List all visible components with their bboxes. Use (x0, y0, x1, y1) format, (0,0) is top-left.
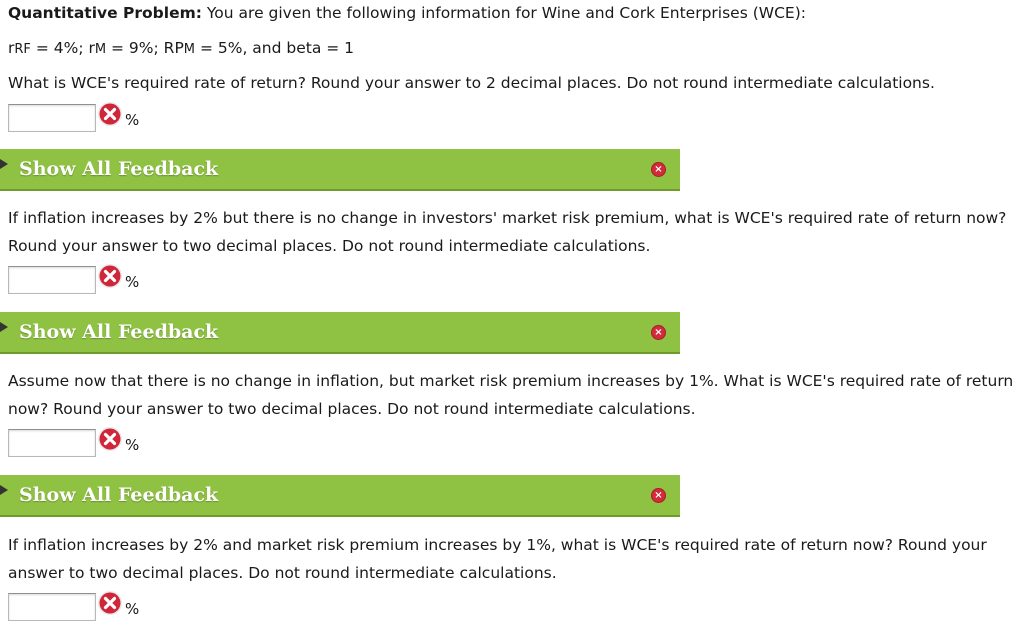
question-2-text: If inflation increases by 2% but there i… (8, 209, 1007, 255)
feedback-bar-3[interactable]: Show All Feedback × (0, 475, 680, 517)
answer-row-2: % (8, 264, 168, 298)
problem-statement: Quantitative Problem: You are given the … (8, 3, 806, 23)
problem-intro: You are given the following information … (201, 4, 806, 22)
close-x-icon[interactable]: × (651, 488, 666, 503)
answer-row-4: % (8, 591, 168, 625)
feedback-bar-1[interactable]: Show All Feedback × (0, 149, 680, 191)
answer-row-3: % (8, 427, 168, 461)
incorrect-x-icon (98, 264, 122, 288)
close-x-icon[interactable]: × (651, 162, 666, 177)
question-1-text: What is WCE's required rate of return? R… (8, 74, 935, 92)
expand-triangle-icon (0, 159, 8, 169)
expand-triangle-icon (0, 485, 8, 495)
answer-input-2[interactable] (8, 266, 96, 294)
show-all-feedback-label: Show All Feedback (19, 158, 219, 180)
incorrect-x-icon (98, 427, 122, 451)
problem-heading: Quantitative Problem: (8, 4, 202, 22)
incorrect-x-icon (98, 591, 122, 615)
close-x-icon[interactable]: × (651, 325, 666, 340)
show-all-feedback-label: Show All Feedback (19, 321, 219, 343)
answer-row-1: % (8, 102, 168, 136)
answer-input-4[interactable] (8, 593, 96, 621)
percent-unit: % (125, 436, 140, 454)
percent-unit: % (125, 273, 140, 291)
percent-unit: % (125, 600, 140, 618)
show-all-feedback-label: Show All Feedback (19, 484, 219, 506)
given-values: rRF = 4%; rM = 9%; RPM = 5%, and beta = … (8, 39, 355, 57)
question-4-text: If inflation increases by 2% and market … (8, 536, 987, 582)
incorrect-x-icon (98, 102, 122, 126)
feedback-bar-2[interactable]: Show All Feedback × (0, 312, 680, 354)
answer-input-3[interactable] (8, 429, 96, 457)
question-3-text: Assume now that there is no change in in… (8, 372, 1014, 418)
expand-triangle-icon (0, 322, 8, 332)
percent-unit: % (125, 111, 140, 129)
answer-input-1[interactable] (8, 104, 96, 132)
